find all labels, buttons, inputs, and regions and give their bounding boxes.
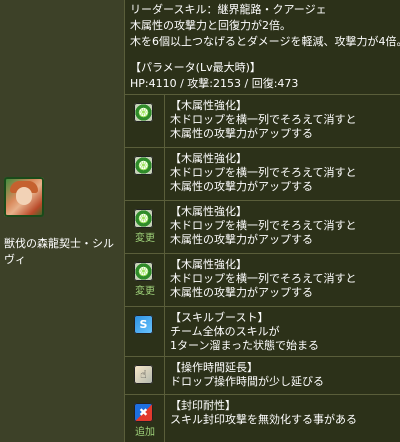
awakening-tag: 追加 xyxy=(135,427,155,438)
awakening-desc: 木属性の攻撃力がアップする xyxy=(170,180,313,193)
leader-skill-line: 木属性の攻撃力と回復力が2倍。 xyxy=(130,19,291,32)
skill-boost-glyph-icon: S xyxy=(139,318,148,331)
awakening-title: 【木属性強化】 xyxy=(170,258,247,271)
wood-glyph-icon: ❂ xyxy=(138,159,149,172)
wood-enhance-icon[interactable]: ❂ xyxy=(134,103,153,122)
leader-skill-line: 木を6個以上つなげるとダメージを軽減、攻撃力が4倍。 xyxy=(130,35,400,48)
awakening-desc: チーム全体のスキルが xyxy=(170,325,280,338)
awakening-tag: 変更 xyxy=(135,233,155,244)
awakening-title: 【スキルブースト】 xyxy=(170,311,269,324)
awakening-text: 【木属性強化】 木ドロップを横一列でそろえて消すと 木属性の攻撃力がアップする xyxy=(170,258,398,300)
awakening-desc: 木属性の攻撃力がアップする xyxy=(170,286,313,299)
awakening-icon-cell: ✖ 追加 xyxy=(125,395,165,442)
awakening-title: 【封印耐性】 xyxy=(170,399,236,412)
awakening-row: ❂ 【木属性強化】 木ドロップを横一列でそろえて消すと 木属性の攻撃力がアップす… xyxy=(125,147,400,200)
awakening-text: 【木属性強化】 木ドロップを横一列でそろえて消すと 木属性の攻撃力がアップする xyxy=(170,205,398,247)
character-cell: 獣伐の森龍契士・シルヴィ xyxy=(0,0,125,442)
awakening-text: 【封印耐性】 スキル封印攻撃を無効化する事がある xyxy=(170,399,398,427)
awakening-icon-cell: ❂ 変更 xyxy=(125,201,165,253)
awakening-row: ❂ 【木属性強化】 木ドロップを横一列でそろえて消すと 木属性の攻撃力がアップす… xyxy=(125,94,400,147)
awakening-desc: 木属性の攻撃力がアップする xyxy=(170,233,313,246)
awakening-tag: 変更 xyxy=(135,286,155,297)
character-name: 獣伐の森龍契士・シルヴィ xyxy=(4,237,114,266)
wood-glyph-icon: ❂ xyxy=(138,265,149,278)
awakening-desc: 木ドロップを横一列でそろえて消すと xyxy=(170,113,357,126)
portrait-face xyxy=(16,187,32,205)
seal-glyph-icon: ✖ xyxy=(138,406,149,419)
awakening-desc: スキル封印攻撃を無効化する事がある xyxy=(170,413,357,426)
awakening-desc: ドロップ操作時間が少し延びる xyxy=(170,375,324,388)
skill-boost-icon[interactable]: S xyxy=(134,315,153,334)
wood-glyph-icon: ❂ xyxy=(138,106,149,119)
awakening-text: 【木属性強化】 木ドロップを横一列でそろえて消すと 木属性の攻撃力がアップする xyxy=(170,99,398,141)
awakening-row: ☝ 【操作時間延長】 ドロップ操作時間が少し延びる xyxy=(125,356,400,394)
awakening-row: ✖ 追加 【封印耐性】 スキル封印攻撃を無効化する事がある xyxy=(125,394,400,442)
character-portrait[interactable] xyxy=(4,177,44,217)
awakening-row: ❂ 変更 【木属性強化】 木ドロップを横一列でそろえて消すと 木属性の攻撃力がア… xyxy=(125,253,400,306)
hand-pointer-icon: ☝ xyxy=(140,368,147,381)
awakening-desc: 1ターン溜まった状態で始まる xyxy=(170,339,320,352)
awakening-row: S 【スキルブースト】 チーム全体のスキルが 1ターン溜まった状態で始まる xyxy=(125,306,400,356)
wood-enhance-icon[interactable]: ❂ xyxy=(134,262,153,281)
awakening-icon-cell: ☝ xyxy=(125,357,165,394)
awakening-text: 【スキルブースト】 チーム全体のスキルが 1ターン溜まった状態で始まる xyxy=(170,311,398,353)
awakening-desc: 木ドロップを横一列でそろえて消すと xyxy=(170,166,357,179)
leader-skill-line: リーダースキル：継界龍路・クアージェ xyxy=(130,3,327,16)
params-title: 【パラメータ(Lv最大時)】 xyxy=(130,61,261,74)
awakening-icon-cell: S xyxy=(125,307,165,356)
awakening-icon-cell: ❂ 変更 xyxy=(125,254,165,306)
awakening-desc: 木ドロップを横一列でそろえて消すと xyxy=(170,219,357,232)
leader-skill-section: リーダースキル：継界龍路・クアージェ 木属性の攻撃力と回復力が2倍。 木を6個以… xyxy=(130,2,400,92)
awakening-title: 【操作時間延長】 xyxy=(170,361,258,374)
awakening-desc: 木ドロップを横一列でそろえて消すと xyxy=(170,272,357,285)
params-values: HP:4110 / 攻撃:2153 / 回復:473 xyxy=(130,77,299,90)
wood-glyph-icon: ❂ xyxy=(138,212,149,225)
awakening-row: ❂ 変更 【木属性強化】 木ドロップを横一列でそろえて消すと 木属性の攻撃力がア… xyxy=(125,200,400,253)
awakening-icon-cell: ❂ xyxy=(125,95,165,147)
awakening-desc: 木属性の攻撃力がアップする xyxy=(170,127,313,140)
awakening-icon-cell: ❂ xyxy=(125,148,165,200)
awakening-title: 【木属性強化】 xyxy=(170,99,247,112)
awakening-text: 【木属性強化】 木ドロップを横一列でそろえて消すと 木属性の攻撃力がアップする xyxy=(170,152,398,194)
skill-bind-resist-icon[interactable]: ✖ xyxy=(134,403,153,422)
wood-enhance-icon[interactable]: ❂ xyxy=(134,209,153,228)
awakening-title: 【木属性強化】 xyxy=(170,152,247,165)
awakening-title: 【木属性強化】 xyxy=(170,205,247,218)
wood-enhance-icon[interactable]: ❂ xyxy=(134,156,153,175)
extend-time-icon[interactable]: ☝ xyxy=(134,365,153,384)
awakening-text: 【操作時間延長】 ドロップ操作時間が少し延びる xyxy=(170,361,398,389)
